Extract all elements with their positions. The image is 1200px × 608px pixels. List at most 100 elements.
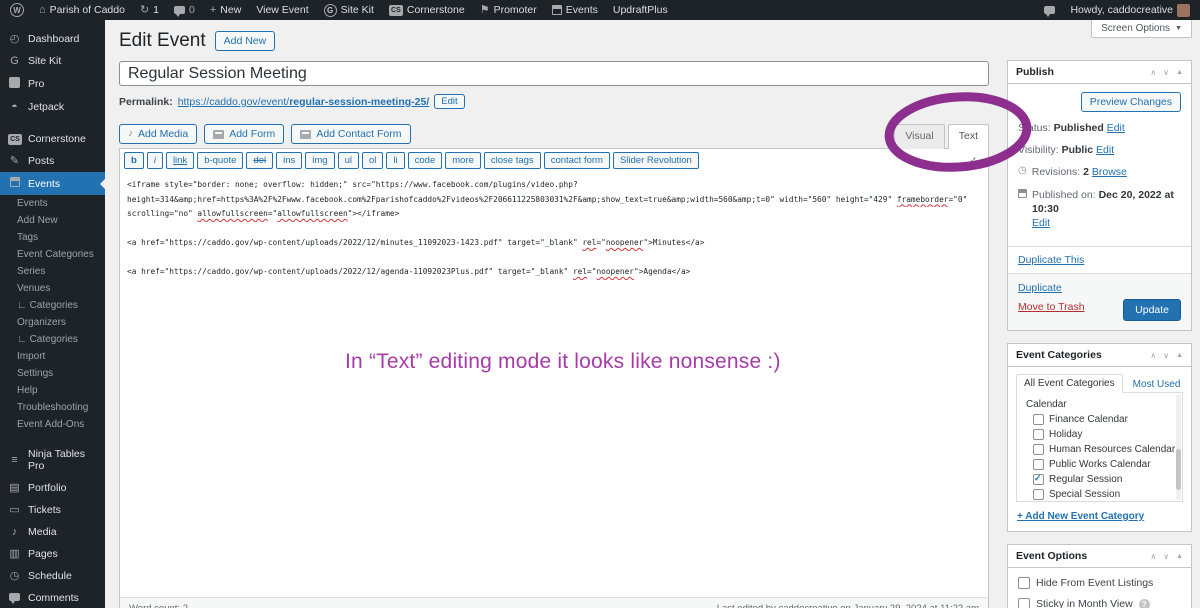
scrollbar-thumb[interactable] <box>1176 449 1181 490</box>
tab-visual[interactable]: Visual <box>894 124 944 149</box>
sidebar-item-dashboard[interactable]: ◴Dashboard <box>0 28 105 50</box>
promoter-menu[interactable]: ⚑Promoter <box>480 4 537 16</box>
move-to-trash-link[interactable]: Move to Trash <box>1018 301 1085 313</box>
add-media-button[interactable]: ♪Add Media <box>119 124 197 144</box>
category-row[interactable]: Human Resources Calendar <box>1017 442 1182 457</box>
quicktag-italic-button[interactable]: i <box>147 152 163 169</box>
checkbox[interactable] <box>1033 429 1044 440</box>
sidebar-sub-troubleshooting[interactable]: Troubleshooting <box>0 399 105 416</box>
wp-logo-menu[interactable]: W <box>10 3 24 17</box>
sidebar-sub-event-add-ons[interactable]: Event Add-Ons <box>0 416 105 433</box>
cornerstone-menu[interactable]: CSCornerstone <box>389 4 465 16</box>
screen-options-button[interactable]: Screen Options▼ <box>1091 20 1192 38</box>
sidebar-item-pro[interactable]: Pro <box>0 72 105 96</box>
sidebar-item-pages[interactable]: ▥Pages <box>0 543 105 565</box>
sidebar-sub-settings[interactable]: Settings <box>0 365 105 382</box>
move-down-icon[interactable]: ∨ <box>1163 351 1169 360</box>
checkbox[interactable] <box>1033 414 1044 425</box>
category-row[interactable]: Finance Calendar <box>1017 412 1182 427</box>
sidebar-sub-series[interactable]: Series <box>0 263 105 280</box>
add-new-event-category-link[interactable]: + Add New Event Category <box>1017 511 1144 522</box>
tab-all-event-categories[interactable]: All Event Categories <box>1016 374 1123 393</box>
editor-textarea[interactable]: <iframe style="border: none; overflow: h… <box>120 172 988 597</box>
tab-text[interactable]: Text <box>948 124 989 149</box>
collapse-icon[interactable]: ▲ <box>1176 352 1183 359</box>
add-form-button[interactable]: Add Form <box>204 124 284 144</box>
visibility-edit-link[interactable]: Edit <box>1096 144 1114 156</box>
checkbox[interactable] <box>1033 489 1044 500</box>
sidebar-sub-venue-categories[interactable]: ∟ Categories <box>0 297 105 314</box>
quicktag-slider-revolution-button[interactable]: Slider Revolution <box>613 152 699 169</box>
sticky-month-view-option[interactable]: Sticky in Month View? <box>1018 598 1181 608</box>
category-row-regular-session[interactable]: Regular Session <box>1017 472 1182 487</box>
sidebar-item-jetpack[interactable]: ◓Jetpack <box>0 96 105 118</box>
event-title-input[interactable] <box>119 61 989 86</box>
quicktag-ol-button[interactable]: ol <box>362 152 383 169</box>
hide-from-listings-option[interactable]: Hide From Event Listings <box>1018 577 1181 589</box>
sidebar-item-media[interactable]: ♪Media <box>0 521 105 543</box>
sidebar-sub-organizers[interactable]: Organizers <box>0 314 105 331</box>
sidebar-sub-add-new[interactable]: Add New <box>0 212 105 229</box>
permalink-edit-button[interactable]: Edit <box>434 94 464 109</box>
tab-most-used[interactable]: Most Used <box>1133 376 1181 393</box>
quicktag-more-button[interactable]: more <box>445 152 481 169</box>
events-admin-menu[interactable]: Events <box>552 4 598 16</box>
sidebar-item-tickets[interactable]: ▭Tickets <box>0 499 105 521</box>
preview-changes-button[interactable]: Preview Changes <box>1081 92 1181 112</box>
add-contact-form-button[interactable]: Add Contact Form <box>291 124 410 144</box>
sidebar-sub-event-categories[interactable]: Event Categories <box>0 246 105 263</box>
sidebar-item-portfolio[interactable]: ▤Portfolio <box>0 477 105 499</box>
publish-header[interactable]: Publish ∧∨▲ <box>1008 61 1191 84</box>
sidebar-item-events[interactable]: Events <box>0 172 105 195</box>
duplicate-link[interactable]: Duplicate <box>1018 282 1062 294</box>
quicktag-del-button[interactable]: del <box>246 152 273 169</box>
quicktag-close-tags-button[interactable]: close tags <box>484 152 541 169</box>
move-down-icon[interactable]: ∨ <box>1163 68 1169 77</box>
add-new-button[interactable]: Add New <box>215 31 276 51</box>
fullscreen-icon[interactable]: ↔ <box>965 152 981 168</box>
category-row[interactable]: Holiday <box>1017 427 1182 442</box>
quicktag-bold-button[interactable]: b <box>124 152 144 169</box>
update-button[interactable]: Update <box>1123 299 1181 321</box>
sidebar-item-ninja-tables[interactable]: ≡Ninja Tables Pro <box>0 443 105 477</box>
duplicate-this-link[interactable]: Duplicate This <box>1018 254 1084 266</box>
sidebar-item-site-kit[interactable]: GSite Kit <box>0 50 105 72</box>
sidebar-item-comments[interactable]: Comments <box>0 587 105 608</box>
checkbox[interactable] <box>1018 577 1030 589</box>
comments-menu[interactable]: 0 <box>174 4 195 16</box>
checkbox-checked[interactable] <box>1033 474 1044 485</box>
sidebar-sub-organizer-categories[interactable]: ∟ Categories <box>0 331 105 348</box>
checkbox[interactable] <box>1033 459 1044 470</box>
notification-bubble-icon[interactable] <box>1044 6 1055 14</box>
event-categories-header[interactable]: Event Categories ∧∨▲ <box>1008 344 1191 367</box>
updates-menu[interactable]: ↻1 <box>140 4 159 16</box>
howdy-menu[interactable]: Howdy, caddocreative <box>1070 4 1190 17</box>
updraftplus-menu[interactable]: UpdraftPlus <box>613 4 668 16</box>
collapse-icon[interactable]: ▲ <box>1176 553 1183 560</box>
event-options-header[interactable]: Event Options ∧∨▲ <box>1008 545 1191 568</box>
revisions-browse-link[interactable]: Browse <box>1092 166 1127 178</box>
category-row[interactable]: Special Session <box>1017 487 1182 502</box>
sidebar-item-cornerstone[interactable]: CSCornerstone <box>0 128 105 150</box>
sidebar-sub-import[interactable]: Import <box>0 348 105 365</box>
move-up-icon[interactable]: ∧ <box>1150 552 1156 561</box>
quicktag-img-button[interactable]: img <box>305 152 334 169</box>
quicktag-code-button[interactable]: code <box>408 152 443 169</box>
site-kit-menu[interactable]: GSite Kit <box>324 4 374 17</box>
permalink-link[interactable]: https://caddo.gov/event/regular-session-… <box>178 96 430 108</box>
sidebar-sub-tags[interactable]: Tags <box>0 229 105 246</box>
move-down-icon[interactable]: ∨ <box>1163 552 1169 561</box>
collapse-icon[interactable]: ▲ <box>1176 69 1183 76</box>
sidebar-item-posts[interactable]: ✎Posts <box>0 150 105 172</box>
move-up-icon[interactable]: ∧ <box>1150 351 1156 360</box>
checkbox[interactable] <box>1018 598 1030 608</box>
quicktag-ins-button[interactable]: ins <box>276 152 302 169</box>
category-row[interactable]: Public Works Calendar <box>1017 457 1182 472</box>
site-name-menu[interactable]: ⌂Parish of Caddo <box>39 4 125 16</box>
quicktag-li-button[interactable]: li <box>386 152 404 169</box>
sidebar-sub-venues[interactable]: Venues <box>0 280 105 297</box>
new-content-menu[interactable]: +New <box>210 4 241 16</box>
quicktag-ul-button[interactable]: ul <box>338 152 359 169</box>
sidebar-sub-events[interactable]: Events <box>0 195 105 212</box>
quicktag-link-button[interactable]: link <box>166 152 194 169</box>
